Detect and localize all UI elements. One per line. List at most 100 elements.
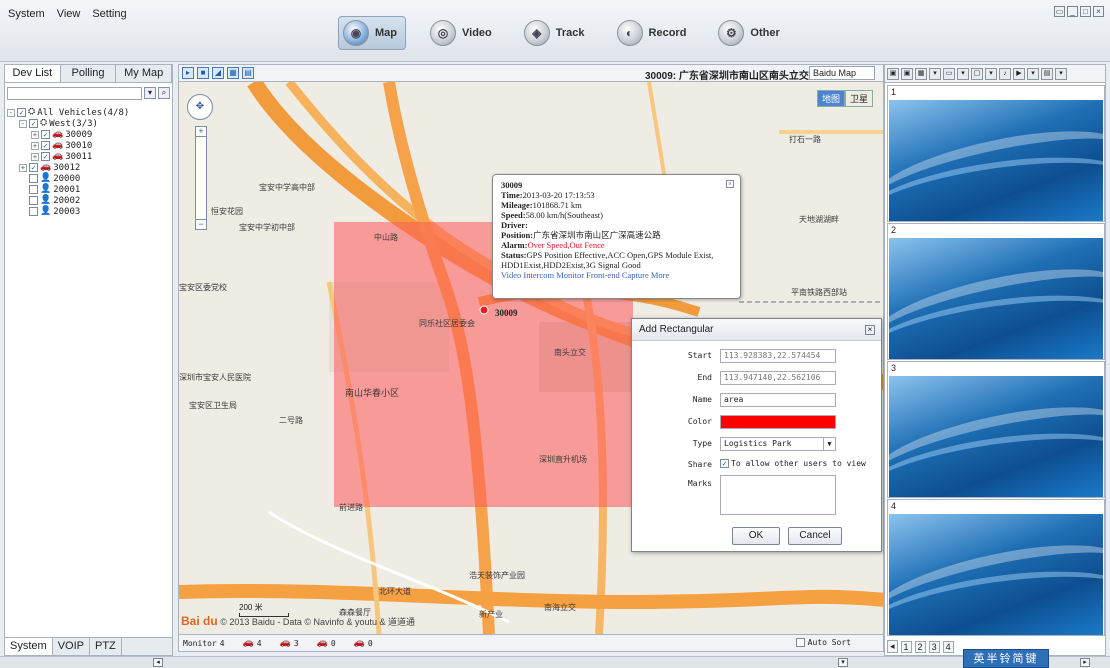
expand-toggle-icon[interactable]: + bbox=[31, 152, 39, 161]
page-4[interactable]: 4 bbox=[942, 640, 954, 653]
zoom-slider[interactable]: + − bbox=[195, 126, 207, 230]
volume-icon[interactable]: ♪ bbox=[999, 67, 1011, 80]
map-provider-select[interactable]: Baidu Map bbox=[809, 66, 875, 80]
tab-other[interactable]: ⚙ Other bbox=[714, 16, 787, 50]
start-coordinate-field[interactable]: 113.928383,22.574454 bbox=[720, 349, 836, 363]
person-icon: 👤 bbox=[40, 195, 52, 205]
cancel-button[interactable]: Cancel bbox=[788, 527, 842, 545]
close-icon[interactable]: × bbox=[1093, 6, 1104, 17]
tree-checkbox[interactable]: ✓ bbox=[17, 108, 26, 117]
search-icon[interactable]: ⌕ bbox=[158, 87, 170, 99]
type-select[interactable]: Logistics Park ▼ bbox=[720, 437, 836, 451]
tree-checkbox[interactable]: ✓ bbox=[41, 130, 50, 139]
tree-checkbox[interactable]: ✓ bbox=[41, 152, 50, 161]
rectangle-icon[interactable]: ■ bbox=[197, 67, 209, 79]
tab-map[interactable]: ◉ Map bbox=[338, 16, 406, 50]
name-field[interactable]: area bbox=[720, 393, 836, 407]
color-picker[interactable] bbox=[720, 415, 836, 429]
video-window-1[interactable]: 1 bbox=[887, 85, 1105, 222]
chevron-down-icon[interactable]: ▾ bbox=[1027, 67, 1039, 80]
ok-button[interactable]: OK bbox=[732, 527, 780, 545]
device-search-input[interactable] bbox=[7, 86, 142, 100]
screen-icon[interactable]: ▢ bbox=[971, 67, 983, 80]
pan-control-icon[interactable]: ✥ bbox=[187, 94, 213, 120]
tree-node[interactable]: 👤 20001 bbox=[7, 184, 170, 195]
auto-sort-checkbox[interactable] bbox=[795, 638, 805, 647]
minimize-icon[interactable]: _ bbox=[1067, 6, 1078, 17]
tab-system[interactable]: System bbox=[5, 638, 53, 655]
menu-setting[interactable]: Setting bbox=[92, 8, 126, 20]
layer-icon[interactable]: ▤ bbox=[242, 67, 254, 79]
tab-ptz[interactable]: PTZ bbox=[90, 638, 122, 655]
tree-node[interactable]: 👤 20002 bbox=[7, 195, 170, 206]
end-coordinate-field[interactable]: 113.947140,22.562106 bbox=[720, 371, 836, 385]
tab-video[interactable]: ◎ Video bbox=[426, 16, 500, 50]
share-checkbox[interactable]: ✓ bbox=[720, 459, 729, 468]
expand-toggle-icon[interactable]: - bbox=[7, 108, 15, 117]
zoom-out-icon[interactable]: − bbox=[196, 219, 206, 229]
map-type-satellite[interactable]: 卫星 bbox=[844, 90, 873, 107]
tree-node[interactable]: - ✓ ⛭ All Vehicles(4/8) bbox=[7, 107, 170, 118]
popup-action-links[interactable]: Video Intercom Monitor Front-end Capture… bbox=[501, 270, 732, 280]
tab-my-map[interactable]: My Map bbox=[116, 65, 173, 82]
record-icon[interactable]: ▣ bbox=[901, 67, 913, 80]
layout-icon[interactable]: ▦ bbox=[915, 67, 927, 80]
menu-system[interactable]: System bbox=[8, 8, 45, 20]
chevron-down-icon[interactable]: ▾ bbox=[929, 67, 941, 80]
tab-polling[interactable]: Polling bbox=[61, 65, 117, 82]
tab-record[interactable]: ◐ Record bbox=[613, 16, 695, 50]
maximize-icon[interactable]: □ bbox=[1080, 6, 1091, 17]
snapshot-icon[interactable]: ▣ bbox=[887, 67, 899, 80]
chevron-down-icon[interactable]: ▾ bbox=[985, 67, 997, 80]
menu-view[interactable]: View bbox=[57, 8, 81, 20]
video-window-4[interactable]: 4 bbox=[887, 499, 1105, 636]
close-icon[interactable]: × bbox=[726, 180, 734, 188]
tree-checkbox[interactable]: ✓ bbox=[29, 163, 38, 172]
collapse-bottom-icon[interactable]: ▾ bbox=[838, 658, 848, 667]
chevron-down-icon[interactable]: ▾ bbox=[1055, 67, 1067, 80]
video-window-2[interactable]: 2 bbox=[887, 223, 1105, 360]
collapse-right-icon[interactable]: ▸ bbox=[1080, 658, 1090, 667]
expand-toggle-icon[interactable]: + bbox=[31, 130, 39, 139]
vehicle-marker-label[interactable]: 30009 bbox=[495, 308, 518, 318]
tree-node[interactable]: + ✓ 🚗 30010 bbox=[7, 140, 170, 151]
prev-page-icon[interactable]: ◂ bbox=[887, 640, 898, 653]
tree-node[interactable]: + ✓ 🚗 30009 bbox=[7, 129, 170, 140]
expand-toggle-icon[interactable]: + bbox=[31, 141, 39, 150]
tree-checkbox[interactable]: ✓ bbox=[41, 141, 50, 150]
tab-track[interactable]: ◈ Track bbox=[520, 16, 593, 50]
tree-node[interactable]: - ✓ ⛭ West(3/3) bbox=[7, 118, 170, 129]
tree-checkbox[interactable] bbox=[29, 207, 38, 216]
video-window-3[interactable]: 3 bbox=[887, 361, 1105, 498]
measure-icon[interactable]: ▦ bbox=[227, 67, 239, 79]
page-3[interactable]: 3 bbox=[928, 640, 940, 653]
polygon-icon[interactable]: ◢ bbox=[212, 67, 224, 79]
tree-checkbox[interactable] bbox=[29, 185, 38, 194]
marks-textarea[interactable] bbox=[720, 475, 836, 515]
tree-node[interactable]: 👤 20000 bbox=[7, 173, 170, 184]
page-1[interactable]: 1 bbox=[900, 640, 912, 653]
tree-checkbox[interactable] bbox=[29, 196, 38, 205]
chevron-down-icon[interactable]: ▾ bbox=[957, 67, 969, 80]
window-icon[interactable]: ▭ bbox=[943, 67, 955, 80]
tree-node[interactable]: + ✓ 🚗 30012 bbox=[7, 162, 170, 173]
tree-checkbox[interactable]: ✓ bbox=[29, 119, 38, 128]
tree-node[interactable]: + ✓ 🚗 30011 bbox=[7, 151, 170, 162]
page-2[interactable]: 2 bbox=[914, 640, 926, 653]
play-icon[interactable]: ▶ bbox=[1013, 67, 1025, 80]
flag-icon[interactable]: ▸ bbox=[182, 67, 194, 79]
tree-node[interactable]: 👤 20003 bbox=[7, 206, 170, 217]
tree-checkbox[interactable] bbox=[29, 174, 38, 183]
expand-toggle-icon[interactable]: + bbox=[19, 163, 27, 172]
grid-icon[interactable]: ▤ bbox=[1041, 67, 1053, 80]
ime-toolbar[interactable]: 英半铃简键 bbox=[963, 649, 1049, 668]
expand-toggle-icon[interactable]: - bbox=[19, 119, 27, 128]
tab-voip[interactable]: VOIP bbox=[53, 638, 90, 655]
zoom-in-icon[interactable]: + bbox=[196, 127, 206, 137]
map-type-standard[interactable]: 地图 bbox=[816, 90, 845, 107]
restore-icon[interactable]: ▭ bbox=[1054, 6, 1065, 17]
tab-dev-list[interactable]: Dev List bbox=[5, 65, 61, 82]
dropdown-icon[interactable]: ▾ bbox=[144, 87, 156, 99]
close-icon[interactable]: × bbox=[865, 325, 875, 335]
collapse-left-icon[interactable]: ◂ bbox=[153, 658, 163, 667]
